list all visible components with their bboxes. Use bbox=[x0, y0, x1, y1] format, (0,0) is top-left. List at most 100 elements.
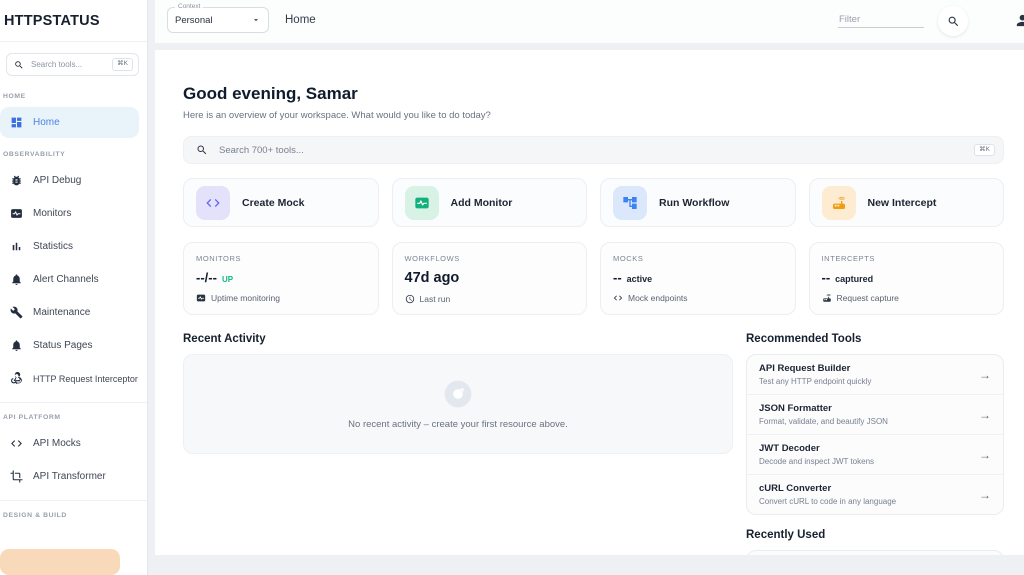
intercept-icon bbox=[822, 293, 832, 303]
monitor-icon bbox=[10, 207, 23, 220]
sidebar-item-label: Maintenance bbox=[33, 307, 90, 318]
sidebar-section-design-build: DESIGN & BUILD bbox=[0, 500, 147, 524]
topbar: Context Personal Home bbox=[155, 0, 1024, 43]
code-icon bbox=[613, 293, 623, 303]
greeting-subtitle: Here is an overview of your workspace. W… bbox=[183, 110, 1004, 121]
sidebar-item-label: API Mocks bbox=[33, 438, 81, 449]
sidebar-item-highlighted[interactable] bbox=[0, 549, 120, 575]
create-mock-button[interactable]: Create Mock bbox=[183, 178, 379, 227]
add-monitor-button[interactable]: Add Monitor bbox=[392, 178, 588, 227]
tool-title: JWT Decoder bbox=[759, 443, 874, 454]
sidebar-item-label: HTTP Request Interceptor bbox=[33, 374, 138, 384]
bar-chart-icon bbox=[10, 240, 23, 253]
recent-tool-check-ssl[interactable]: Check SSL → bbox=[747, 551, 1003, 555]
bell-icon bbox=[10, 273, 23, 286]
tool-desc: Test any HTTP endpoint quickly bbox=[759, 377, 871, 386]
user-icon[interactable] bbox=[1014, 12, 1024, 29]
stat-card-monitors[interactable]: MONITORS --/-- UP Uptime monitoring bbox=[183, 242, 379, 315]
monitor-icon bbox=[405, 186, 439, 220]
keyboard-shortcut-badge: ⌘K bbox=[112, 58, 133, 71]
sidebar-item-api-debug[interactable]: API Debug bbox=[0, 165, 147, 196]
filter-input[interactable] bbox=[838, 12, 924, 28]
recently-used-list: Check SSL → Test an API → bbox=[746, 550, 1004, 555]
sidebar-item-api-mocks[interactable]: API Mocks bbox=[0, 428, 147, 459]
tool-desc: Decode and inspect JWT tokens bbox=[759, 457, 874, 466]
page-title: Home bbox=[285, 14, 316, 26]
sidebar-item-label: Status Pages bbox=[33, 340, 92, 351]
sidebar-section-home: HOME bbox=[0, 82, 147, 105]
tool-jwt-decoder[interactable]: JWT Decoder Decode and inspect JWT token… bbox=[747, 435, 1003, 475]
context-value: Personal bbox=[175, 15, 251, 26]
greeting-heading: Good evening, Samar bbox=[183, 84, 1004, 104]
stat-footer: Uptime monitoring bbox=[211, 293, 280, 303]
quick-actions: Create Mock Add Monitor Run Workflow New… bbox=[183, 178, 1004, 227]
sidebar-section-observability: OBSERVABILITY bbox=[0, 140, 147, 163]
quick-action-label: Run Workflow bbox=[659, 197, 729, 209]
tool-api-request-builder[interactable]: API Request Builder Test any HTTP endpoi… bbox=[747, 355, 1003, 395]
empty-state-text: No recent activity – create your first r… bbox=[348, 419, 568, 430]
sidebar-item-api-transformer[interactable]: API Transformer bbox=[0, 461, 147, 492]
tool-title: JSON Formatter bbox=[759, 403, 888, 414]
sidebar-item-http-request-interceptor[interactable]: HTTP Request Interceptor bbox=[0, 363, 147, 394]
sidebar-item-label: API Transformer bbox=[33, 471, 106, 482]
sidebar-search[interactable]: ⌘K bbox=[6, 53, 139, 76]
stat-status: UP bbox=[222, 275, 233, 284]
run-workflow-button[interactable]: Run Workflow bbox=[600, 178, 796, 227]
sidebar-item-status-pages[interactable]: Status Pages bbox=[0, 330, 147, 361]
sidebar-search-input[interactable] bbox=[29, 59, 107, 70]
keyboard-shortcut-badge: ⌘K bbox=[974, 144, 995, 157]
right-column: Recommended Tools API Request Builder Te… bbox=[746, 333, 1004, 555]
sidebar-item-statistics[interactable]: Statistics bbox=[0, 231, 147, 262]
context-select[interactable]: Context Personal bbox=[167, 7, 269, 33]
stat-footer: Last run bbox=[420, 294, 451, 304]
quick-action-label: Create Mock bbox=[242, 197, 304, 209]
main-content: Good evening, Samar Here is an overview … bbox=[155, 50, 1024, 555]
stat-card-intercepts[interactable]: INTERCEPTS -- captured Request capture bbox=[809, 242, 1005, 315]
tool-curl-converter[interactable]: cURL Converter Convert cURL to code in a… bbox=[747, 475, 1003, 514]
arrow-right-icon: → bbox=[979, 488, 991, 502]
tool-title: API Request Builder bbox=[759, 363, 871, 374]
stat-suffix: captured bbox=[835, 274, 873, 284]
tools-search[interactable]: ⌘K bbox=[183, 136, 1004, 164]
recently-used-title: Recently Used bbox=[746, 529, 1004, 541]
bug-icon bbox=[10, 174, 23, 187]
tool-json-formatter[interactable]: JSON Formatter Format, validate, and bea… bbox=[747, 395, 1003, 435]
stat-label: MOCKS bbox=[613, 254, 783, 263]
stat-suffix: active bbox=[627, 274, 653, 284]
recommended-tools-list: API Request Builder Test any HTTP endpoi… bbox=[746, 354, 1004, 515]
sidebar-item-maintenance[interactable]: Maintenance bbox=[0, 297, 147, 328]
quick-action-label: New Intercept bbox=[868, 197, 937, 209]
recent-activity-section: Recent Activity No recent activity – cre… bbox=[183, 333, 733, 454]
wrench-icon bbox=[10, 306, 23, 319]
clock-icon bbox=[405, 294, 415, 304]
arrow-right-icon: → bbox=[979, 368, 991, 382]
bell-icon bbox=[10, 339, 23, 352]
new-intercept-button[interactable]: New Intercept bbox=[809, 178, 1005, 227]
stat-label: WORKFLOWS bbox=[405, 254, 575, 263]
stats-cards: MONITORS --/-- UP Uptime monitoring WORK… bbox=[183, 242, 1004, 315]
search-icon bbox=[14, 60, 24, 70]
tool-title: cURL Converter bbox=[759, 483, 896, 494]
sidebar-item-label: Monitors bbox=[33, 208, 71, 219]
app-logo: HTTPSTATUS bbox=[0, 0, 147, 42]
sidebar-section-api-platform: API PLATFORM bbox=[0, 402, 147, 426]
sidebar-item-monitors[interactable]: Monitors bbox=[0, 198, 147, 229]
recommended-tools-title: Recommended Tools bbox=[746, 333, 1004, 345]
dashboard-icon bbox=[10, 116, 23, 129]
stat-card-workflows[interactable]: WORKFLOWS 47d ago Last run bbox=[392, 242, 588, 315]
code-icon bbox=[196, 186, 230, 220]
sidebar-item-label: API Debug bbox=[33, 175, 81, 186]
monitor-icon bbox=[196, 293, 206, 303]
search-button[interactable] bbox=[938, 6, 968, 36]
stat-label: MONITORS bbox=[196, 254, 366, 263]
sidebar-item-alert-channels[interactable]: Alert Channels bbox=[0, 264, 147, 295]
stat-card-mocks[interactable]: MOCKS -- active Mock endpoints bbox=[600, 242, 796, 315]
tools-search-input[interactable] bbox=[217, 144, 965, 157]
sidebar-item-home[interactable]: Home bbox=[0, 107, 139, 138]
sidebar-item-label: Statistics bbox=[33, 241, 73, 252]
recent-activity-empty-state: No recent activity – create your first r… bbox=[183, 354, 733, 454]
disc-icon bbox=[442, 378, 474, 410]
stat-value: -- bbox=[613, 270, 622, 285]
arrow-right-icon: → bbox=[979, 408, 991, 422]
quick-action-label: Add Monitor bbox=[451, 197, 513, 209]
